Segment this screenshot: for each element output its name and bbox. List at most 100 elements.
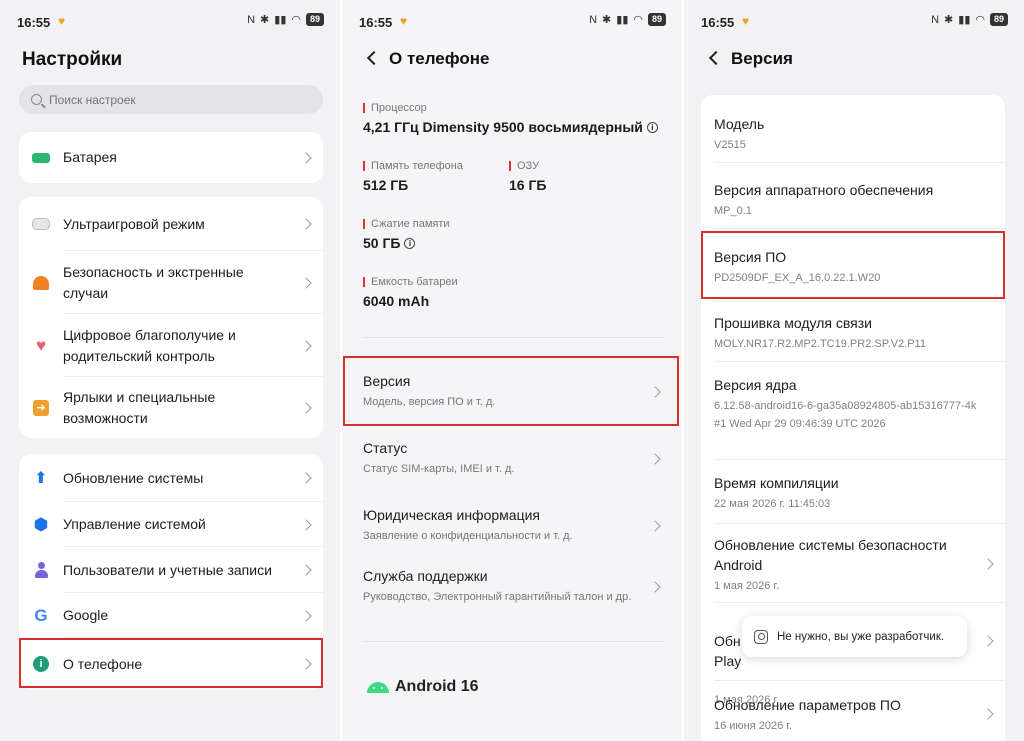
info-circle-icon[interactable]: i [646, 121, 658, 133]
version-item-security-update[interactable]: Обновление системы безопасности Android … [714, 535, 974, 594]
page-title: О телефоне [389, 49, 490, 68]
chevron-right-icon [300, 276, 312, 289]
signal-icon: ▮▮ [616, 14, 629, 26]
settings-item-label: Google [63, 607, 109, 623]
item-value: V2515 [714, 139, 746, 151]
settings-item-label: Управление системой [63, 516, 206, 532]
back-arrow-icon[interactable] [708, 50, 724, 66]
battery-icon: 89 [989, 13, 1008, 26]
signal-icon: ▮▮ [958, 14, 971, 26]
spec-value-row: 50 ГБ i [363, 235, 450, 251]
android-version-label: Android 16 [395, 678, 479, 695]
item-subtitle: Руководство, Электронный гарантийный тал… [363, 591, 632, 603]
update-arrow-icon: ⬆ [34, 469, 48, 487]
chevron-right-icon [982, 635, 994, 647]
spec-label: Сжатие памяти [363, 218, 450, 230]
spec-value: 6040 mAh [363, 293, 430, 309]
battery-icon: 89 [647, 13, 666, 26]
bluetooth-icon: ✱ [944, 14, 954, 26]
spec-processor: Процессор 4,21 ГГц Dimensity 9500 восьми… [363, 102, 658, 135]
settings-item-label: Пользователи и учетные записи [63, 561, 272, 578]
settings-item-system-update[interactable]: ⬆ Обновление системы [19, 454, 323, 502]
hexagon-gear-icon: ⬢ [33, 515, 49, 534]
item-title: Юридическая информация [363, 507, 540, 523]
settings-item-system-management[interactable]: ⬢ Управление системой [19, 502, 323, 547]
spec-battery-capacity: Емкость батареи 6040 mAh [363, 276, 458, 309]
settings-item-label: Батарея [63, 149, 117, 165]
version-item-param-update[interactable]: Обновление параметров ПО 16 июня 2026 г. [714, 695, 989, 734]
chevron-right-icon [300, 609, 312, 622]
about-item-status[interactable]: Статус Статус SIM-карты, IMEI и т. д. [363, 440, 663, 477]
chevron-right-icon [300, 518, 312, 531]
info-circle-icon[interactable]: i [404, 237, 416, 249]
item-title: Модель [714, 116, 765, 132]
version-item-kernel[interactable]: Версия ядра 6.12.58-android16-6-ga35a089… [714, 375, 989, 432]
spec-value: 512 ГБ [363, 177, 409, 193]
item-title: Обновление параметров ПО [714, 697, 901, 713]
item-value: 6.12.58-android16-6-ga35a08924805-ab1531… [714, 400, 977, 412]
signal-icon: ▮▮ [274, 14, 287, 26]
chevron-right-icon [300, 401, 312, 414]
settings-item-label: Ультраигровой режим [63, 215, 205, 232]
item-title: Версия аппаратного обеспечения [714, 182, 934, 198]
status-icons: N ✱ ▮▮ ◠ 89 [589, 13, 666, 26]
settings-item-gaming[interactable]: Ультраигровой режим [19, 197, 323, 251]
gamepad-icon [32, 215, 50, 233]
item-title: Время компиляции [714, 475, 839, 491]
settings-item-users[interactable]: Пользователи и учетные записи [19, 547, 323, 593]
item-title: Версия ядра [714, 377, 797, 393]
page-title: Настройки [22, 49, 123, 70]
bluetooth-icon: ✱ [602, 14, 612, 26]
google-icon: G [34, 606, 48, 625]
settings-item-wellbeing[interactable]: ♥ Цифровое благополучие и родительский к… [19, 314, 323, 377]
search-bar[interactable] [19, 85, 323, 114]
spec-memory-compression: Сжатие памяти 50 ГБ i [363, 218, 450, 251]
page-title: Версия [731, 49, 793, 68]
emergency-icon [32, 274, 50, 292]
settings-card-group2: Ультраигровой режим Безопасность и экстр… [19, 197, 323, 438]
spec-label: Емкость батареи [363, 276, 458, 288]
status-bar: 16:55 ♥ N ✱ ▮▮ ◠ 89 [0, 0, 340, 40]
item-value: MP_0.1 [714, 205, 752, 217]
shortcut-icon: ➜ [32, 399, 50, 417]
item-subtitle: Заявление о конфиденциальности и т. д. [363, 530, 573, 542]
notification-heart-icon: ♥ [58, 14, 66, 28]
chevron-right-icon [300, 151, 312, 164]
item-value: 1 мая 2026 г. [714, 580, 780, 592]
wifi-icon: ◠ [975, 14, 985, 26]
spec-label: Процессор [363, 102, 658, 114]
settings-item-google[interactable]: G Google [19, 593, 323, 638]
settings-item-accessibility[interactable]: ➜ Ярлыки и специальные возможности [19, 377, 323, 438]
version-item-model[interactable]: Модель V2515 [714, 114, 989, 153]
battery-icon: 89 [305, 13, 324, 26]
search-input[interactable] [49, 92, 289, 107]
item-title: Служба поддержки [363, 568, 488, 584]
back-arrow-icon[interactable] [366, 50, 382, 66]
version-item-hardware[interactable]: Версия аппаратного обеспечения MP_0.1 [714, 180, 989, 219]
divider [363, 337, 663, 338]
about-item-support[interactable]: Служба поддержки Руководство, Электронны… [363, 568, 663, 605]
item-title: Статус [363, 440, 408, 456]
version-item-build-time[interactable]: Время компиляции 22 мая 2026 г. 11:45:03 [714, 473, 989, 512]
version-item-baseband[interactable]: Прошивка модуля связи MOLY.NR17.R2.MP2.T… [714, 313, 989, 352]
item-title: Обновление системы безопасности Android [714, 537, 947, 573]
search-icon [31, 94, 42, 105]
status-icons: N ✱ ▮▮ ◠ 89 [247, 13, 324, 26]
heart-icon: ♥ [35, 336, 47, 355]
chevron-right-icon [300, 339, 312, 352]
spec-ram: ОЗУ 16 ГБ [509, 160, 546, 193]
settings-item-safety[interactable]: Безопасность и экстренные случаи [19, 251, 323, 314]
spec-value: 50 ГБ [363, 235, 401, 251]
spec-value-row: 4,21 ГГц Dimensity 9500 восьмиядерный i [363, 119, 658, 135]
spec-storage: Память телефона 512 ГБ [363, 160, 463, 193]
status-bar: 16:55 ♥ N ✱ ▮▮ ◠ 89 [684, 0, 1024, 40]
battery-setting-icon [32, 149, 50, 167]
status-time: 16:55 [701, 15, 735, 30]
about-item-legal[interactable]: Юридическая информация Заявление о конфи… [363, 507, 663, 544]
item-value: 22 мая 2026 г. 11:45:03 [714, 498, 831, 510]
notification-heart-icon: ♥ [742, 14, 750, 28]
spec-label: ОЗУ [509, 160, 546, 172]
spec-value: 16 ГБ [509, 177, 547, 193]
settings-item-battery[interactable]: Батарея [19, 132, 323, 183]
android-version-logo: Android 16 [367, 678, 479, 696]
